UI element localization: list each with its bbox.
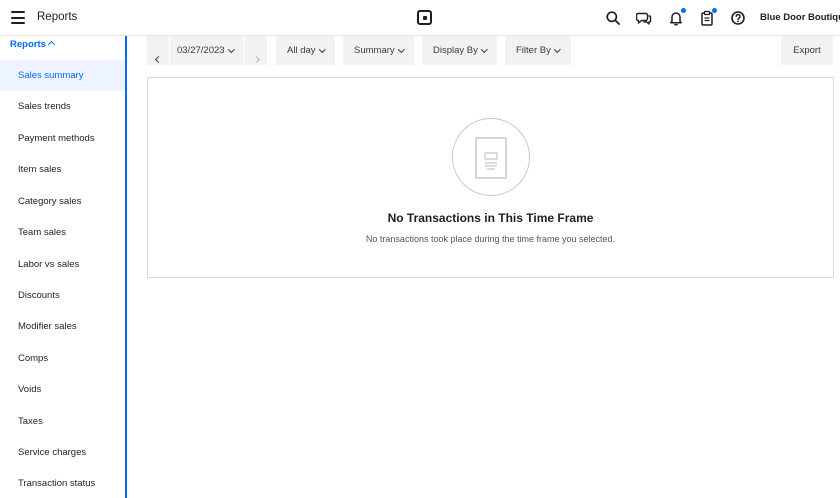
empty-state-description: No transactions took place during the ti… <box>365 234 616 244</box>
sidebar-item-transaction-status[interactable]: Transaction status <box>0 468 125 498</box>
empty-state-title: No Transactions in This Time Frame <box>387 211 594 225</box>
sidebar-item-labor-vs-sales[interactable]: Labor vs sales <box>0 249 125 280</box>
chevron-down-icon <box>480 45 488 52</box>
chevron-right-icon <box>252 55 260 64</box>
sidebar-item-comps[interactable]: Comps <box>0 343 125 374</box>
sidebar-item-sales-summary[interactable]: Sales summary <box>0 60 125 91</box>
time-range-dropdown[interactable]: All day <box>276 36 335 65</box>
chevron-down-icon <box>397 45 405 52</box>
date-value: 03/27/2023 <box>177 45 225 56</box>
sidebar-section-reports[interactable]: Reports <box>10 39 55 50</box>
empty-receipt-icon <box>452 118 530 196</box>
notification-badge <box>681 8 686 13</box>
chevron-left-icon <box>154 55 162 64</box>
help-icon[interactable] <box>730 10 746 26</box>
filter-by-label: Filter By <box>516 45 551 56</box>
messages-icon[interactable] <box>636 10 652 26</box>
sidebar-item-service-charges[interactable]: Service charges <box>0 437 125 468</box>
sidebar-item-team-sales[interactable]: Team sales <box>0 217 125 248</box>
display-by-dropdown[interactable]: Display By <box>422 36 497 65</box>
sidebar-item-voids[interactable]: Voids <box>0 374 125 405</box>
sidebar-item-payment-methods[interactable]: Payment methods <box>0 123 125 154</box>
menu-icon[interactable] <box>11 11 25 24</box>
view-dropdown[interactable]: Summary <box>343 36 414 65</box>
next-date-button[interactable] <box>245 36 267 65</box>
search-icon[interactable] <box>605 10 621 26</box>
sidebar-item-taxes[interactable]: Taxes <box>0 406 125 437</box>
previous-date-button[interactable] <box>147 36 169 65</box>
chevron-down-icon <box>227 45 234 52</box>
chevron-down-icon <box>553 45 561 52</box>
view-label: Summary <box>354 45 395 56</box>
sidebar-item-sales-trends[interactable]: Sales trends <box>0 91 125 122</box>
reports-sidebar: Reports Sales summary Sales trends Payme… <box>0 36 127 498</box>
report-card: No Transactions in This Time Frame No tr… <box>147 77 834 278</box>
display-by-label: Display By <box>433 45 478 56</box>
page-title: Reports <box>37 11 78 23</box>
sidebar-section-label: Reports <box>10 39 46 50</box>
sidebar-item-modifier-sales[interactable]: Modifier sales <box>0 311 125 342</box>
business-name-menu[interactable]: Blue Door Boutique <box>760 12 840 23</box>
filter-by-dropdown[interactable]: Filter By <box>505 36 571 65</box>
time-range-label: All day <box>287 45 316 56</box>
top-bar: Reports Blue Door Boutique <box>0 0 840 36</box>
chevron-up-icon <box>47 40 55 49</box>
chevron-down-icon <box>318 45 325 52</box>
sidebar-item-discounts[interactable]: Discounts <box>0 280 125 311</box>
sidebar-item-item-sales[interactable]: Item sales <box>0 154 125 185</box>
export-button[interactable]: Export <box>781 36 833 65</box>
date-picker[interactable]: 03/27/2023 <box>170 36 244 65</box>
sidebar-item-category-sales[interactable]: Category sales <box>0 186 125 217</box>
clipboard-badge <box>712 8 717 13</box>
square-logo-icon[interactable] <box>417 10 432 25</box>
